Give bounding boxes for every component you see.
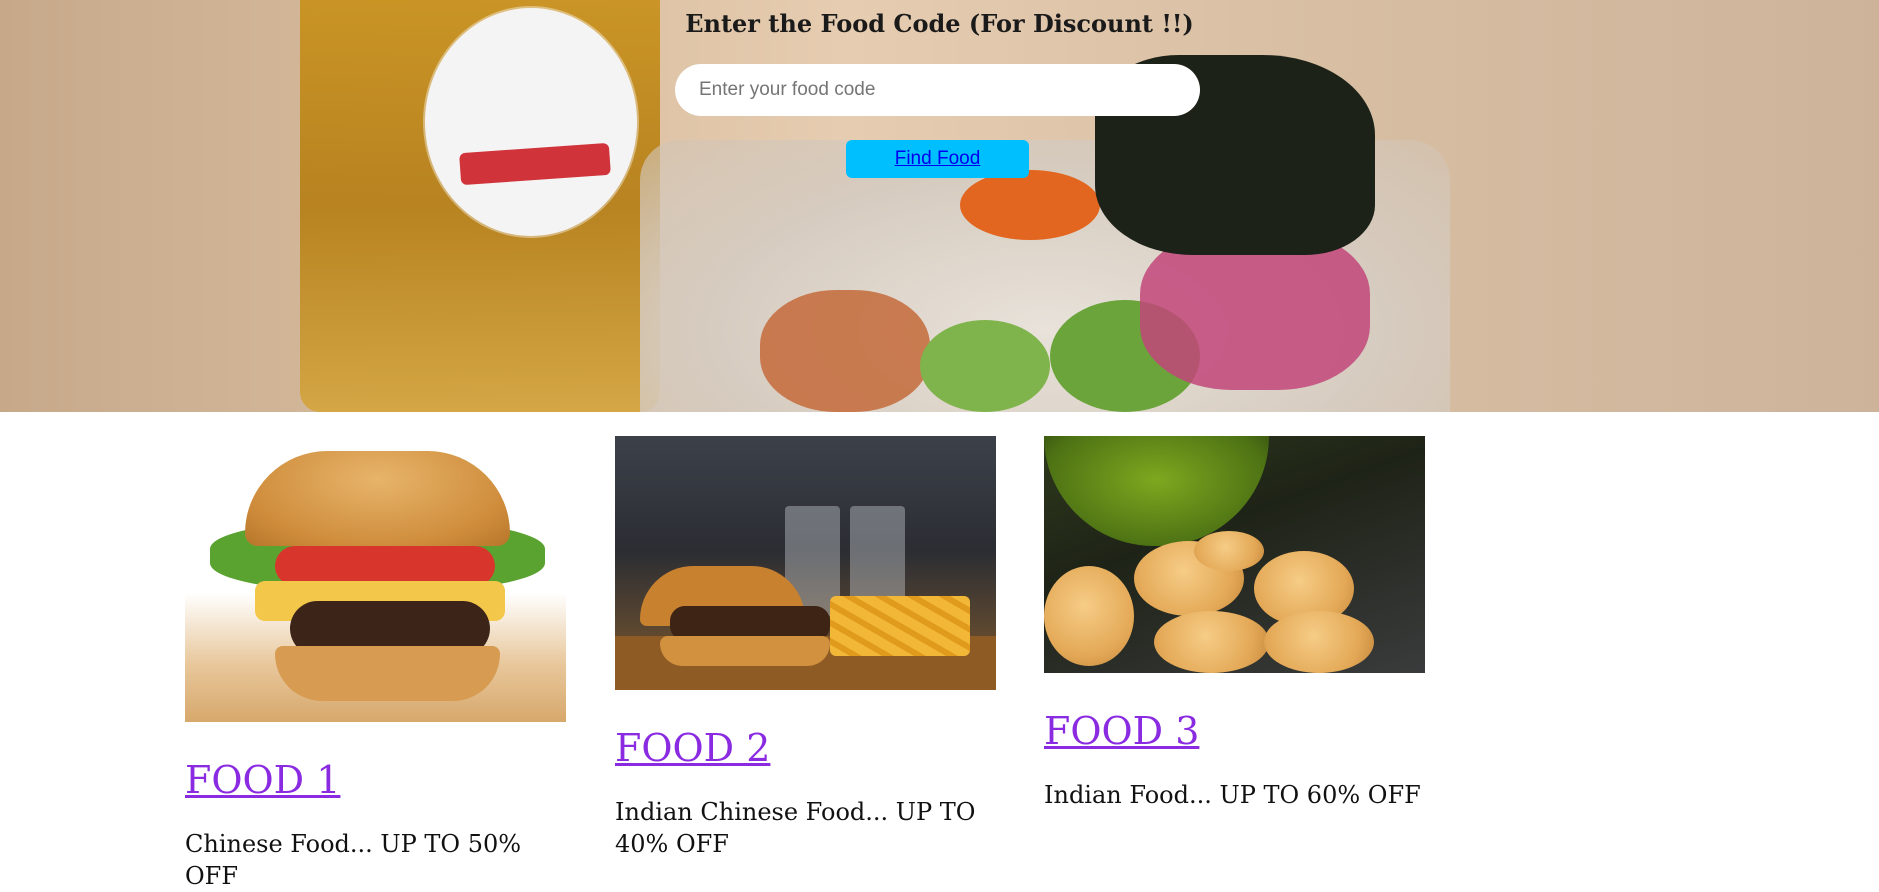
food-description: Chinese Food... UP TO 50% OFF bbox=[185, 829, 522, 890]
food-title-link[interactable]: FOOD 3 bbox=[1044, 710, 1425, 753]
puri bbox=[1044, 566, 1134, 666]
food-card-1: FOOD 1 Chinese Food... UP TO 50% OFF bbox=[185, 436, 566, 892]
bun-top bbox=[245, 451, 510, 546]
burger-fries-image bbox=[615, 436, 996, 690]
burger-image bbox=[185, 436, 566, 722]
fries bbox=[830, 596, 970, 656]
food-card-2: FOOD 2 Indian Chinese Food... UP TO 40% … bbox=[615, 436, 996, 860]
find-food-button[interactable]: Find Food bbox=[846, 140, 1029, 178]
hero-roe bbox=[960, 170, 1100, 240]
hero-banner: Enter the Food Code (For Discount !!) Fi… bbox=[0, 0, 1879, 412]
food-code-input[interactable] bbox=[675, 64, 1200, 116]
green-chutney-bowl bbox=[1044, 436, 1269, 546]
puri bbox=[1154, 611, 1269, 673]
tomato bbox=[275, 546, 495, 586]
food-description: Indian Food... UP TO 60% OFF bbox=[1044, 780, 1421, 809]
puri bbox=[1194, 531, 1264, 571]
hero-logo-sticker bbox=[425, 8, 637, 236]
food-card-3: FOOD 3 Indian Food... UP TO 60% OFF bbox=[1044, 436, 1425, 811]
food-title-link[interactable]: FOOD 1 bbox=[185, 759, 566, 802]
bun-bottom bbox=[275, 646, 500, 701]
bun-bottom bbox=[660, 636, 830, 666]
food-title-link[interactable]: FOOD 2 bbox=[615, 727, 996, 770]
discount-title: Enter the Food Code (For Discount !!) bbox=[685, 9, 1194, 38]
hero-salmon bbox=[760, 290, 930, 412]
puri bbox=[1264, 611, 1374, 673]
pani-puri-image bbox=[1044, 436, 1425, 673]
food-description: Indian Chinese Food... UP TO 40% OFF bbox=[615, 797, 976, 858]
hero-cucumber bbox=[920, 320, 1050, 412]
